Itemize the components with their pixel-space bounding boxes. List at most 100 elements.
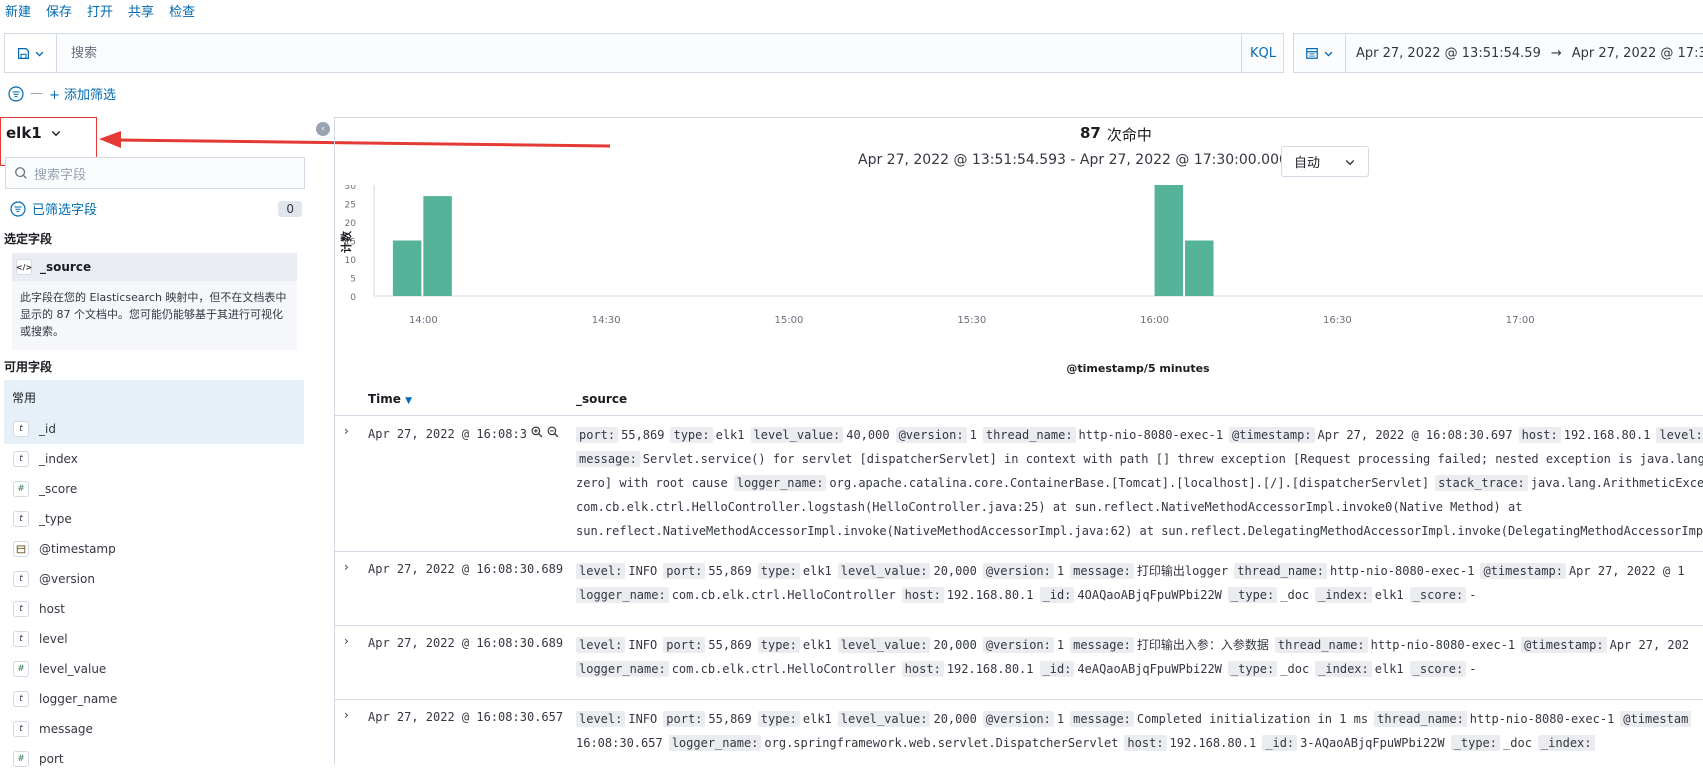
- y-tick-label: 10: [345, 256, 357, 266]
- number-type-icon: #: [13, 481, 29, 497]
- field-name: _score: [39, 482, 78, 496]
- field-value: INFO: [628, 712, 658, 726]
- field-key: _index:: [1537, 735, 1595, 751]
- menu-item-1[interactable]: 保存: [46, 0, 72, 26]
- saved-query-button[interactable]: [4, 33, 57, 73]
- field-value: _doc: [1280, 588, 1310, 602]
- menu-item-2[interactable]: 打开: [87, 0, 113, 26]
- field-value: 20,000: [933, 564, 977, 578]
- zoom-in-icon[interactable]: [531, 426, 543, 438]
- field-key: port:: [663, 563, 706, 579]
- save-icon: [17, 47, 29, 59]
- source-field-name: _source: [40, 260, 92, 274]
- field-value: 192.168.80.1: [946, 662, 1034, 676]
- filter-dash: —: [30, 86, 43, 101]
- field-item[interactable]: t message: [4, 714, 304, 744]
- x-tick-label: 16:30: [1323, 315, 1352, 326]
- collapse-sidebar-icon[interactable]: ‹: [316, 122, 330, 136]
- field-item[interactable]: t logger_name: [4, 684, 304, 714]
- field-key: stack_trace:: [1435, 475, 1528, 491]
- date-range[interactable]: Apr 27, 2022 @ 13:51:54.59 → Apr 27, 202…: [1346, 33, 1703, 73]
- field-item[interactable]: t _index: [4, 444, 304, 474]
- menu-item-3[interactable]: 共享: [128, 0, 154, 26]
- field-item[interactable]: t @version: [4, 564, 304, 594]
- string-type-icon: t: [13, 571, 29, 587]
- source-field-item[interactable]: </> _source: [12, 253, 297, 281]
- field-item[interactable]: @timestamp: [4, 534, 304, 564]
- sort-down-icon[interactable]: ▼: [405, 396, 412, 406]
- interval-select[interactable]: 自动: [1281, 146, 1369, 177]
- field-value: org.apache.catalina.core.ContainerBase.[…: [829, 476, 1430, 490]
- field-item[interactable]: # port: [4, 744, 304, 774]
- field-key: @timestamp:: [1229, 427, 1315, 443]
- field-value: zero] with root cause: [576, 476, 728, 490]
- field-value: com.cb.elk.ctrl.HelloController: [671, 588, 896, 602]
- field-key: _index:: [1315, 661, 1372, 677]
- start-date[interactable]: Apr 27, 2022 @ 13:51:54.59: [1356, 46, 1541, 61]
- field-value: 192.168.80.1: [946, 588, 1034, 602]
- filtered-fields-label: 已筛选字段: [32, 203, 98, 218]
- field-key: message:: [1070, 637, 1134, 653]
- time-column-header[interactable]: Time ▼: [368, 392, 412, 406]
- x-tick-label: 14:00: [409, 315, 438, 326]
- y-tick-label: 25: [345, 201, 356, 211]
- table-row[interactable]: › Apr 27, 2022 @ 16:08:30.689 level: INFO po…: [334, 625, 1703, 700]
- field-value: elk1: [1374, 662, 1404, 676]
- expand-row-icon[interactable]: ›: [344, 634, 349, 648]
- expand-row-icon[interactable]: ›: [344, 708, 349, 722]
- filter-icon[interactable]: [8, 85, 24, 102]
- field-key: thread_name:: [1274, 637, 1368, 653]
- field-value: 打印输出入参：入参数据: [1136, 638, 1269, 652]
- source-line: sun.reflect.NativeMethodAccessorImpl.inv…: [576, 519, 1703, 543]
- field-value: http-nio-8080-exec-1: [1078, 428, 1224, 442]
- selected-fields-title: 选定字段: [4, 232, 53, 246]
- chevron-down-icon: [1324, 51, 1333, 56]
- end-date[interactable]: Apr 27, 2022 @ 17:30: [1572, 46, 1703, 61]
- date-quick-select[interactable]: [1293, 33, 1346, 73]
- field-item[interactable]: # level_value: [4, 654, 304, 684]
- field-value: 4OAQaoABjqFpuWPbi22W: [1077, 588, 1222, 602]
- field-item[interactable]: t _type: [4, 504, 304, 534]
- number-type-icon: #: [13, 661, 29, 677]
- menu-item-4[interactable]: 检查: [169, 0, 195, 26]
- table-row[interactable]: › Apr 27, 2022 @ 16:08:30.657 level: INFO po…: [334, 699, 1703, 764]
- field-key: port:: [663, 637, 706, 653]
- field-key: level_value:: [837, 563, 931, 579]
- query-bar[interactable]: [4, 33, 1284, 73]
- field-value: elk1: [802, 564, 832, 578]
- field-value: elk1: [715, 428, 745, 442]
- row-time-text: Apr 27, 2022 @ 16:08:3: [368, 427, 527, 441]
- menu-item-0[interactable]: 新建: [5, 0, 31, 26]
- row-time-text: Apr 27, 2022 @ 16:08:30.689: [368, 562, 564, 576]
- field-search-input[interactable]: 搜索字段: [5, 157, 305, 189]
- field-key: _score:: [1409, 661, 1467, 677]
- code-icon: </>: [16, 259, 32, 275]
- expand-row-icon[interactable]: ›: [344, 424, 349, 438]
- field-key: level_value:: [837, 637, 931, 653]
- string-type-icon: t: [13, 421, 29, 437]
- source-line: logger_name: com.cb.elk.ctrl.HelloControl…: [576, 657, 1703, 681]
- source-line: level: INFO port: 55,869 type: elk1 level_valu…: [576, 707, 1703, 731]
- field-item[interactable]: t host: [4, 594, 304, 624]
- field-value: 打印输出logger: [1136, 564, 1229, 578]
- table-row[interactable]: › Apr 27, 2022 @ 16:08:3 port: 55,869 type: e…: [334, 415, 1703, 552]
- table-row[interactable]: › Apr 27, 2022 @ 16:08:30.689 level: INFO po…: [334, 551, 1703, 626]
- field-item[interactable]: t _id: [4, 414, 304, 444]
- field-key: type:: [757, 711, 800, 727]
- field-item[interactable]: t level: [4, 624, 304, 654]
- search-input[interactable]: 搜索: [71, 42, 97, 61]
- field-search-placeholder: 搜索字段: [34, 167, 87, 183]
- source-line: message: Servlet.service() for servlet [d…: [576, 447, 1703, 471]
- add-filter-button[interactable]: + 添加筛选: [49, 84, 116, 103]
- index-pattern-select[interactable]: elk1: [6, 124, 62, 142]
- field-item[interactable]: # _score: [4, 474, 304, 504]
- expand-row-icon[interactable]: ›: [344, 560, 349, 574]
- field-value: elk1: [1374, 588, 1404, 602]
- y-tick-label: 20: [345, 219, 357, 229]
- histogram-range: Apr 27, 2022 @ 13:51:54.593 - Apr 27, 20…: [858, 152, 1307, 168]
- filtered-fields-toggle[interactable]: 已筛选字段 0: [10, 199, 302, 218]
- field-key: @timestamp:: [1521, 637, 1607, 653]
- kql-toggle[interactable]: KQL: [1241, 33, 1284, 73]
- zoom-out-icon[interactable]: [547, 426, 559, 438]
- field-name: @version: [39, 572, 95, 586]
